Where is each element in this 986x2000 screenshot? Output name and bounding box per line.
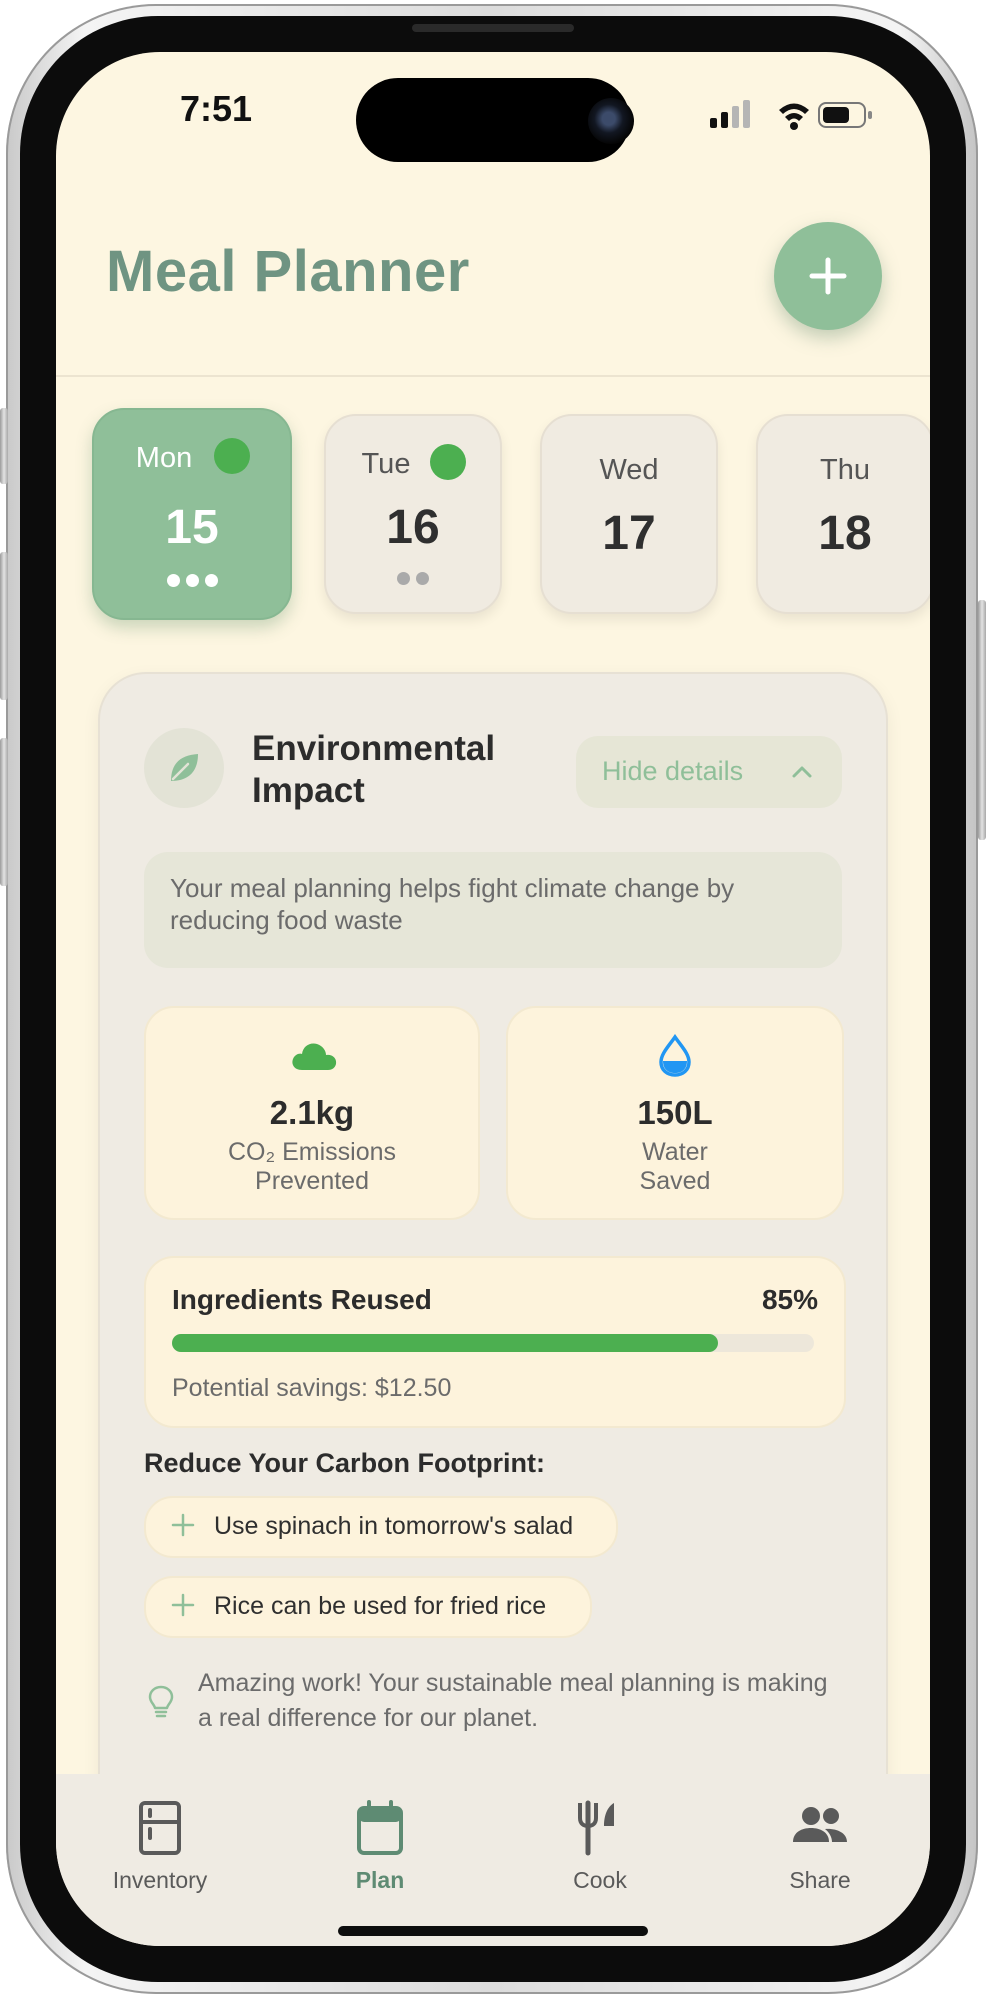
day-card-mon[interactable]: Mon 15 xyxy=(92,408,292,620)
action-button xyxy=(0,408,8,484)
lightbulb-icon xyxy=(148,1685,174,1718)
people-icon xyxy=(793,1807,847,1842)
day-card-thu[interactable]: Thu 18 xyxy=(756,414,930,614)
co2-label-line2: Prevented xyxy=(255,1167,369,1195)
tip-chip[interactable]: Rice can be used for fried rice xyxy=(144,1576,592,1638)
day-card-tue[interactable]: Tue 16 xyxy=(324,414,502,614)
day-name: Mon xyxy=(135,442,193,474)
volume-down-button xyxy=(0,738,8,886)
nav-cook[interactable]: Cook xyxy=(500,1800,700,1894)
plus-icon xyxy=(809,257,847,295)
meal-dots xyxy=(326,572,500,590)
co2-metric-card: 2.1kg CO₂ Emissions Prevented xyxy=(144,1006,480,1220)
day-name: Wed xyxy=(599,454,659,486)
speaker-grille xyxy=(412,24,574,32)
tip-text: Use spinach in tomorrow's salad xyxy=(214,1512,574,1540)
nav-inventory[interactable]: Inventory xyxy=(60,1800,260,1894)
day-number: 18 xyxy=(818,507,872,560)
water-label-line2: Saved xyxy=(639,1167,711,1195)
day-number: 16 xyxy=(386,501,440,554)
leaf-icon-container xyxy=(144,728,224,808)
hide-details-button[interactable]: Hide details xyxy=(576,736,842,808)
hide-details-label: Hide details xyxy=(602,756,744,786)
water-label-line1: Water xyxy=(642,1138,708,1166)
planned-indicator xyxy=(214,438,250,474)
chevron-up-icon xyxy=(792,766,812,778)
co2-value: 2.1kg xyxy=(269,1094,355,1131)
fridge-icon xyxy=(139,1801,181,1855)
leaf-icon xyxy=(171,754,198,781)
header-divider xyxy=(56,375,930,377)
nav-share[interactable]: Share xyxy=(720,1800,920,1894)
environmental-impact-card xyxy=(98,672,888,1826)
utensils-icon xyxy=(578,1800,614,1856)
ingredients-reused-label: Ingredients Reused xyxy=(172,1284,432,1315)
reuse-progress-bar xyxy=(172,1334,814,1352)
water-metric-card: 150L Water Saved xyxy=(506,1006,844,1220)
home-indicator xyxy=(338,1926,648,1936)
water-value: 150L xyxy=(637,1094,713,1131)
ingredients-reused-percent: 85% xyxy=(761,1284,818,1315)
power-button xyxy=(978,600,986,840)
cellular-signal-icon xyxy=(710,100,750,128)
status-time: 7:51 xyxy=(179,88,253,129)
impact-title: Environmental Impact xyxy=(252,729,496,810)
volume-up-button xyxy=(0,552,8,700)
bottom-nav: Inventory Plan Cook Share xyxy=(56,1774,930,1946)
screen: 7:51 Meal Planner Mon 15 Tue 16 Wed 17 T… xyxy=(56,52,930,1946)
reuse-progress-fill xyxy=(172,1334,718,1352)
cloud-icon xyxy=(292,1043,337,1070)
nav-inventory-label: Inventory xyxy=(112,1867,208,1893)
co2-label-line1: CO₂ Emissions xyxy=(227,1138,397,1166)
impact-message: Your meal planning helps fight climate c… xyxy=(170,873,735,935)
front-camera xyxy=(588,98,634,144)
nav-share-label: Share xyxy=(789,1867,851,1893)
encouragement-note: Amazing work! Your sustainable meal plan… xyxy=(198,1669,828,1732)
water-drop-icon xyxy=(659,1034,691,1077)
meal-dots xyxy=(94,574,290,592)
day-number: 17 xyxy=(602,507,656,560)
page-title: Meal Planner xyxy=(106,239,470,304)
nav-plan[interactable]: Plan xyxy=(280,1800,480,1894)
day-name: Thu xyxy=(820,454,870,486)
calendar-icon xyxy=(357,1800,403,1855)
potential-savings: Potential savings: $12.50 xyxy=(172,1374,452,1402)
add-meal-button[interactable] xyxy=(774,222,882,330)
plus-icon xyxy=(171,1593,195,1617)
nav-plan-label: Plan xyxy=(355,1867,405,1893)
day-name: Tue xyxy=(361,448,411,480)
battery-icon xyxy=(818,102,872,128)
tip-chip[interactable]: Use spinach in tomorrow's salad xyxy=(144,1496,618,1558)
plus-icon xyxy=(171,1513,195,1537)
status-icons xyxy=(706,96,876,132)
wifi-icon xyxy=(779,103,809,130)
day-card-wed[interactable]: Wed 17 xyxy=(540,414,718,614)
tip-text: Rice can be used for fried rice xyxy=(214,1592,547,1620)
day-number: 15 xyxy=(165,501,219,554)
tips-heading: Reduce Your Carbon Footprint: xyxy=(144,1448,545,1478)
planned-indicator xyxy=(430,444,466,480)
nav-cook-label: Cook xyxy=(573,1867,627,1893)
